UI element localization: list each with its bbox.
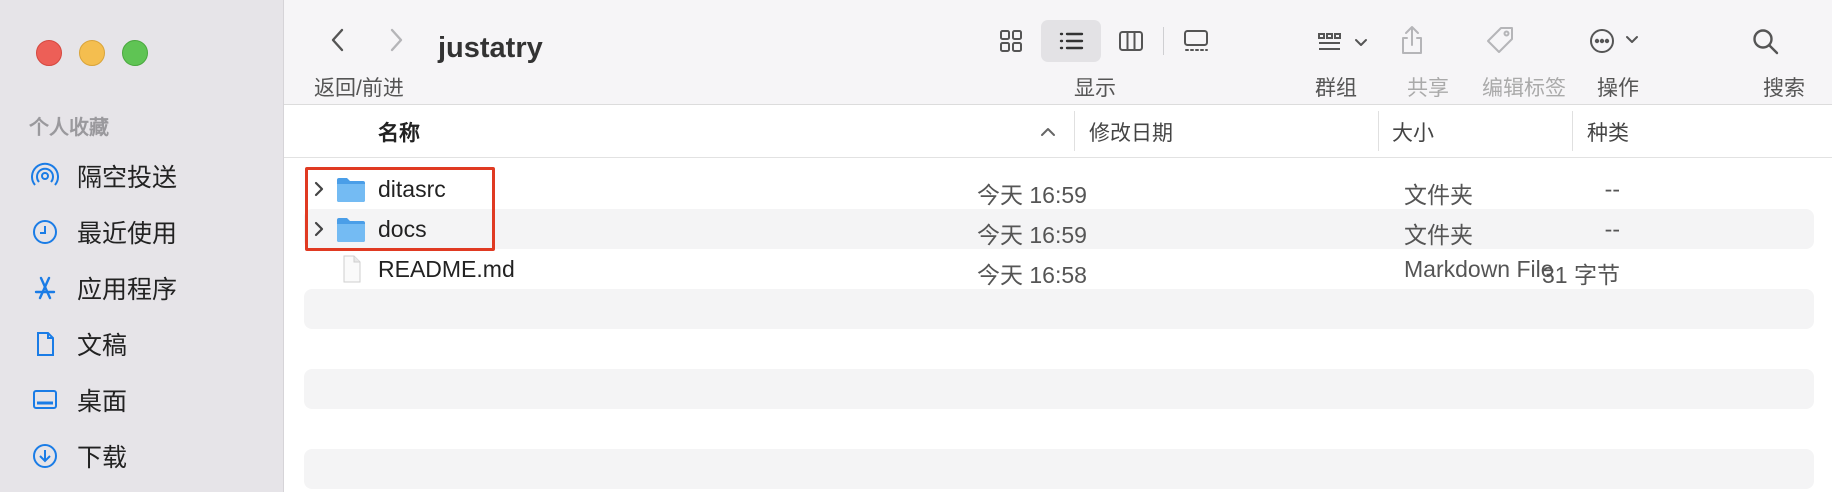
- sidebar-item-recents[interactable]: 最近使用: [30, 204, 177, 260]
- sidebar-item-label: 下载: [77, 444, 128, 472]
- file-row-readme[interactable]: README.md 今天 16:58 31 字节 Markdown File: [304, 249, 1814, 289]
- column-divider[interactable]: [1074, 111, 1075, 151]
- column-divider[interactable]: [1378, 111, 1379, 151]
- action-label: 操作: [1597, 77, 1639, 100]
- sidebar-item-label: 最近使用: [77, 220, 178, 248]
- empty-row: [304, 289, 1814, 329]
- empty-row: [304, 449, 1814, 489]
- file-date: 今天 16:59: [977, 182, 1087, 208]
- close-button[interactable]: [36, 40, 62, 66]
- file-size: --: [1604, 216, 1620, 242]
- sidebar-item-applications[interactable]: 应用程序: [30, 260, 177, 316]
- file-list: ditasrc 今天 16:59 -- 文件夹 docs 今天 16:59 --…: [304, 169, 1814, 489]
- column-header-name[interactable]: 名称: [378, 117, 420, 147]
- gallery-icon: [1184, 30, 1208, 51]
- grid-icon: [1000, 30, 1022, 52]
- view-switcher: [981, 20, 1226, 62]
- sidebar-item-label: 文稿: [77, 332, 128, 360]
- share-label: 共享: [1407, 77, 1449, 100]
- search-icon: [1753, 29, 1779, 55]
- desktop-icon: [30, 385, 60, 415]
- share-button[interactable]: [1396, 20, 1428, 60]
- file-name: README.md: [378, 256, 515, 282]
- group-label: 群组: [1315, 77, 1357, 100]
- more-icon: [1590, 29, 1638, 53]
- file-kind: Markdown File: [1404, 256, 1554, 282]
- share-icon: [1402, 26, 1422, 54]
- file-row-ditasrc[interactable]: ditasrc 今天 16:59 -- 文件夹: [304, 169, 1814, 209]
- zoom-button[interactable]: [122, 40, 148, 66]
- columns-icon: [1119, 31, 1143, 51]
- download-icon: [30, 441, 60, 471]
- sidebar-item-desktop[interactable]: 桌面: [30, 372, 177, 428]
- tags-label: 编辑标签: [1482, 77, 1566, 100]
- tags-button[interactable]: [1482, 20, 1518, 60]
- column-header: 名称 修改日期 大小 种类: [284, 105, 1832, 158]
- sidebar-item-label: 应用程序: [77, 276, 178, 304]
- nav-label: 返回/前进: [314, 77, 404, 100]
- document-icon: [30, 329, 60, 359]
- file-size: 31 字节: [1542, 262, 1620, 288]
- file-kind: 文件夹: [1404, 182, 1473, 208]
- sidebar-item-documents[interactable]: 文稿: [30, 316, 177, 372]
- column-view-button[interactable]: [1101, 20, 1161, 62]
- annotation-highlight-box: [305, 167, 495, 251]
- finder-main: 返回/前进 justatry 显示 群组 共享 编辑标签 操作 搜索 名称 修改…: [284, 0, 1832, 492]
- group-button[interactable]: [1310, 24, 1378, 60]
- window-title: justatry: [438, 32, 543, 64]
- nav-buttons: [326, 24, 408, 56]
- minimize-button[interactable]: [79, 40, 105, 66]
- column-header-kind[interactable]: 种类: [1587, 117, 1629, 147]
- sidebar-section-favorites: 个人收藏: [29, 117, 109, 139]
- clock-icon: [30, 217, 60, 247]
- view-label: 显示: [1074, 77, 1116, 100]
- file-date: 今天 16:59: [977, 222, 1087, 248]
- applications-icon: [30, 273, 60, 303]
- airdrop-icon: [30, 161, 60, 191]
- gallery-view-button[interactable]: [1166, 20, 1226, 62]
- sort-ascending-icon[interactable]: [1040, 125, 1056, 137]
- tag-icon: [1487, 27, 1513, 53]
- action-button[interactable]: [1584, 22, 1650, 60]
- sidebar: 个人收藏 隔空投送 最近使用 应用程序 文稿 桌面 下载: [0, 0, 284, 492]
- file-kind: 文件夹: [1404, 222, 1473, 248]
- search-label: 搜索: [1763, 77, 1805, 100]
- group-icon: [1318, 33, 1367, 50]
- empty-row: [304, 409, 1814, 449]
- file-row-docs[interactable]: docs 今天 16:59 -- 文件夹: [304, 209, 1814, 249]
- back-button[interactable]: [326, 24, 350, 56]
- column-header-size[interactable]: 大小: [1392, 117, 1434, 147]
- view-divider: [1163, 27, 1164, 55]
- empty-row: [304, 329, 1814, 369]
- icon-view-button[interactable]: [981, 20, 1041, 62]
- file-size: --: [1604, 176, 1620, 202]
- list-view-button[interactable]: [1041, 20, 1101, 62]
- file-date: 今天 16:58: [977, 262, 1087, 288]
- toolbar: 返回/前进 justatry 显示 群组 共享 编辑标签 操作 搜索: [284, 0, 1832, 105]
- document-file-icon: [343, 255, 361, 283]
- sidebar-item-label: 隔空投送: [77, 164, 178, 192]
- column-header-modified[interactable]: 修改日期: [1089, 117, 1173, 147]
- window-controls: [36, 40, 148, 66]
- sidebar-item-downloads[interactable]: 下载: [30, 428, 177, 484]
- search-button[interactable]: [1746, 22, 1786, 62]
- sidebar-item-label: 桌面: [77, 388, 128, 416]
- column-divider[interactable]: [1572, 111, 1573, 151]
- forward-button[interactable]: [384, 24, 408, 56]
- list-icon: [1059, 32, 1084, 50]
- sidebar-item-airdrop[interactable]: 隔空投送: [30, 148, 177, 204]
- empty-row: [304, 369, 1814, 409]
